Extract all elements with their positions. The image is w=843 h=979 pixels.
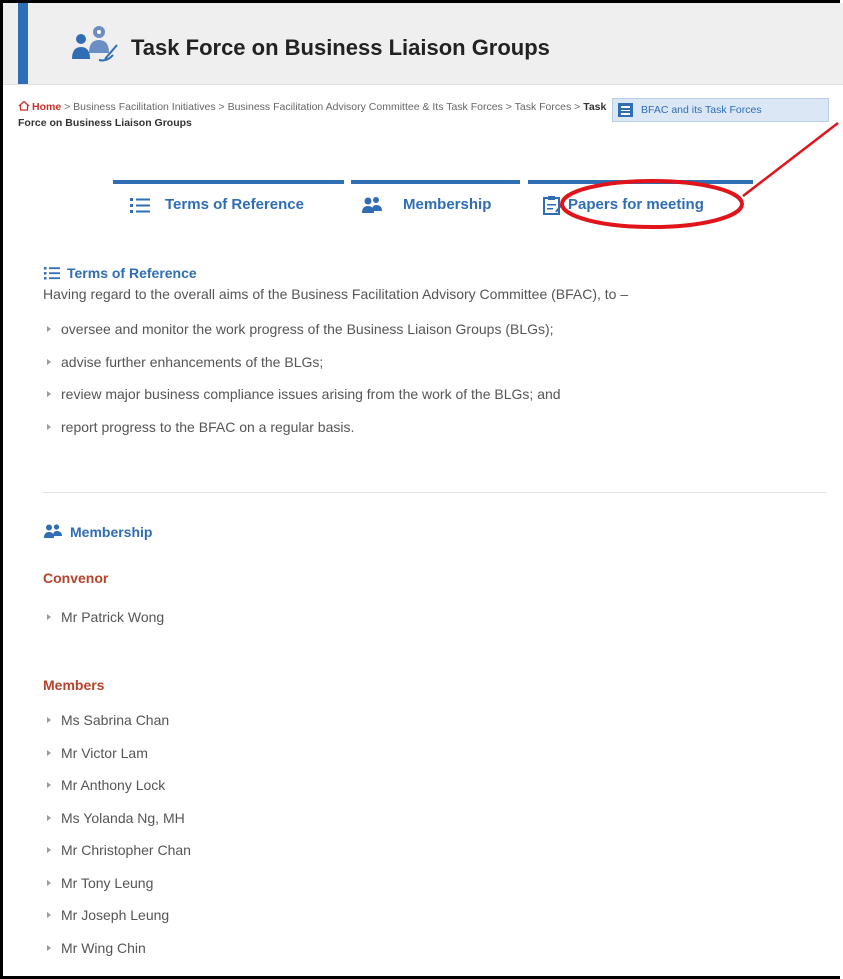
membership-heading: Membership	[70, 524, 153, 540]
people-icon	[362, 197, 382, 213]
breadcrumb-separator: >	[574, 101, 581, 113]
breadcrumb-home-link[interactable]: Home	[32, 101, 61, 113]
list-item: oversee and monitor the work progress of…	[43, 320, 833, 353]
list-item: Mr Patrick Wong	[43, 608, 443, 641]
list-item: advise further enhancements of the BLGs;	[43, 353, 833, 386]
list-item: report progress to the BFAC on a regular…	[43, 418, 833, 451]
breadcrumb-link-task-forces[interactable]: Task Forces	[515, 101, 572, 113]
people-group-icon	[72, 26, 118, 62]
list-icon	[44, 267, 60, 280]
list-item: Mr Tony Leung	[43, 874, 443, 907]
convenor-list: Mr Patrick Wong	[43, 608, 443, 641]
list-item: Mr Joseph Leung	[43, 906, 443, 939]
list-item: Ms Yolanda Ng, MH	[43, 809, 443, 842]
breadcrumb-separator: >	[505, 101, 512, 113]
list-item: Ms Sabrina Chan	[43, 711, 443, 744]
bfac-task-forces-label: BFAC and its Task Forces	[641, 104, 762, 116]
bfac-task-forces-button[interactable]: BFAC and its Task Forces	[612, 98, 829, 122]
clipboard-icon	[543, 196, 563, 215]
list-icon	[618, 103, 633, 117]
tab-label: Terms of Reference	[165, 196, 304, 213]
list-item: Mr Christopher Chan	[43, 841, 443, 874]
tab-papers-for-meeting[interactable]: Papers for meeting	[528, 180, 753, 226]
members-list: Ms Sabrina Chan Mr Victor Lam Mr Anthony…	[43, 711, 443, 971]
list-icon	[130, 198, 150, 213]
tab-membership[interactable]: Membership	[351, 180, 520, 226]
breadcrumb-separator: >	[64, 101, 71, 113]
convenor-label: Convenor	[43, 570, 109, 586]
tab-label: Papers for meeting	[568, 196, 704, 213]
breadcrumb: Home > Business Facilitation Initiatives…	[18, 99, 608, 131]
breadcrumb-link-initiatives[interactable]: Business Facilitation Initiatives	[73, 101, 215, 113]
page-header: Task Force on Business Liaison Groups	[3, 3, 843, 85]
breadcrumb-link-bfac[interactable]: Business Facilitation Advisory Committee…	[228, 101, 503, 113]
terms-intro: Having regard to the overall aims of the…	[43, 286, 629, 302]
section-divider	[43, 492, 826, 493]
terms-list: oversee and monitor the work progress of…	[43, 320, 833, 450]
home-icon	[18, 100, 30, 111]
members-label: Members	[43, 677, 105, 693]
header-accent-bar	[18, 3, 28, 84]
list-item: review major business compliance issues …	[43, 385, 833, 418]
tab-label: Membership	[403, 196, 492, 213]
page-title: Task Force on Business Liaison Groups	[131, 35, 550, 60]
breadcrumb-separator: >	[218, 101, 225, 113]
terms-heading: Terms of Reference	[67, 265, 197, 281]
list-item: Mr Victor Lam	[43, 744, 443, 777]
list-item: Mr Anthony Lock	[43, 776, 443, 809]
people-icon	[44, 524, 62, 538]
list-item: Mr Wing Chin	[43, 939, 443, 972]
tab-terms-of-reference[interactable]: Terms of Reference	[113, 180, 344, 226]
